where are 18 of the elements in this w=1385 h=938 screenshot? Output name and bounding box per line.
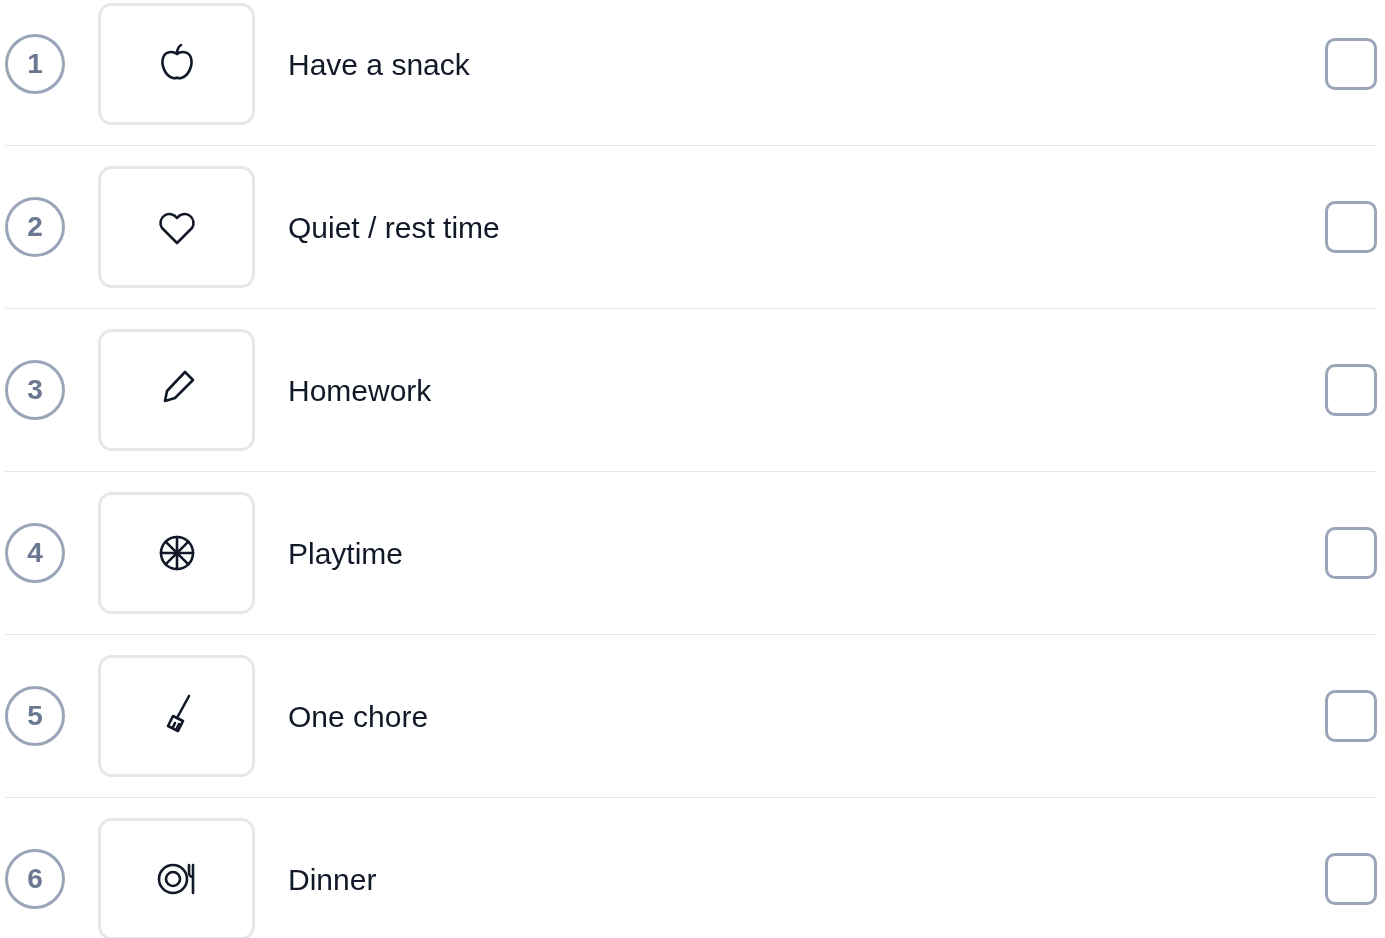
step-number: 3	[5, 360, 65, 420]
task-checkbox[interactable]	[1325, 527, 1377, 579]
task-checkbox[interactable]	[1325, 201, 1377, 253]
step-number: 1	[5, 34, 65, 94]
task-checkbox[interactable]	[1325, 364, 1377, 416]
task-label: Homework	[288, 372, 432, 409]
task-checkbox[interactable]	[1325, 690, 1377, 742]
task-label: Quiet / rest time	[288, 209, 500, 246]
task-label: Dinner	[288, 861, 377, 898]
task-label: Playtime	[288, 535, 404, 572]
step-number: 5	[5, 686, 65, 746]
step-number: 4	[5, 523, 65, 583]
task-label: Have a snack	[288, 46, 470, 83]
step-number: 6	[5, 849, 65, 909]
step-number: 2	[5, 197, 65, 257]
task-checkbox[interactable]	[1325, 38, 1377, 90]
task-checkbox[interactable]	[1325, 853, 1377, 905]
task-label: One chore	[288, 698, 429, 735]
